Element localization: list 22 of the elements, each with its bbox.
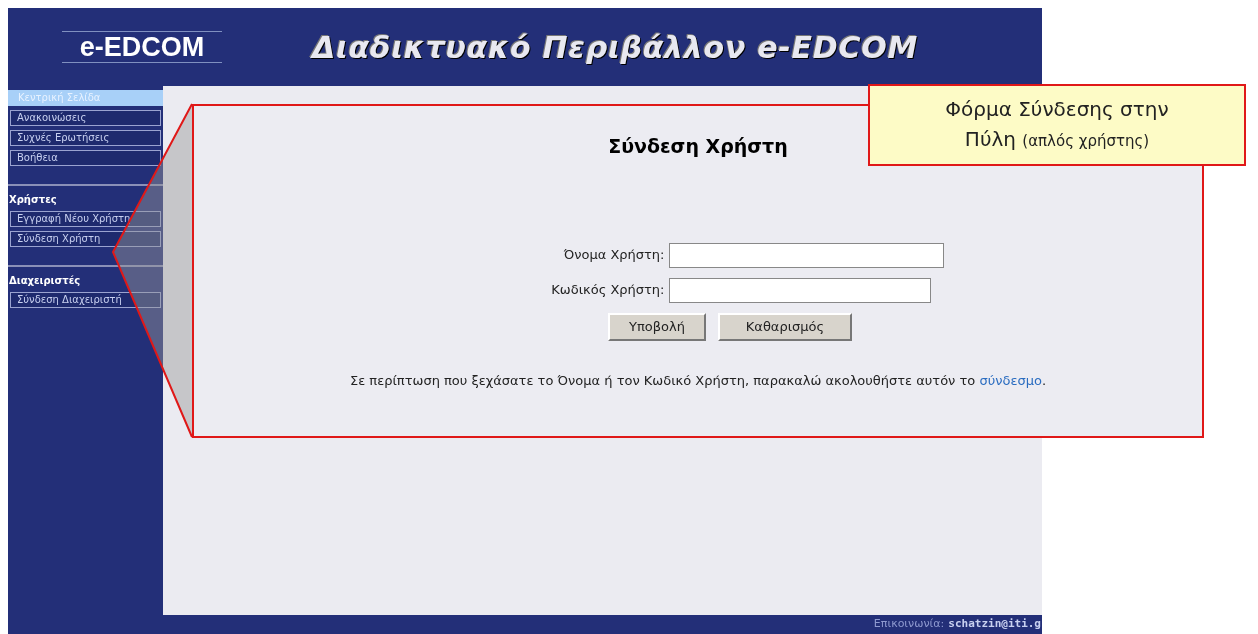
field-label: Όνομα Χρήστη: [562, 246, 665, 265]
sidebar-heading: Χρήστες [8, 193, 58, 207]
sidebar-link[interactable]: Σύνδεση Χρήστη [10, 231, 161, 247]
sidebar-link[interactable]: Ανακοινώσεις [10, 110, 161, 126]
clear-button[interactable]: Καθαρισμός [718, 312, 852, 341]
sidebar-heading: Διαχειριστές [8, 274, 82, 288]
form-title: Σύνδεση Χρήστη [608, 134, 788, 159]
email-link[interactable]: schatzin@iti.g [948, 616, 1042, 633]
sidebar-link[interactable]: Βοήθεια [10, 150, 161, 166]
site-logo: e-EDCOM [62, 31, 222, 63]
sidebar-link[interactable]: Εγγραφή Νέου Χρήστη [10, 211, 161, 227]
site-title: Διαδικτυακό Περιβάλλον e-EDCOM [312, 28, 919, 67]
help-link[interactable]: σύνδεσμο [979, 372, 1042, 388]
submit-button[interactable]: Υποβολή [608, 312, 706, 341]
callout-text: Φόρμα Σύνδεσης στην Πύλη (απλός χρήστης) [944, 96, 1170, 153]
password-field[interactable] [668, 277, 931, 303]
sidebar-link[interactable]: Σύνδεση Διαχειριστή [10, 292, 161, 308]
footer-label: Επικοινωνία: [873, 616, 945, 633]
sidebar-link[interactable]: Συχνές Ερωτήσεις [10, 130, 161, 146]
username-field[interactable] [668, 242, 944, 268]
field-label: Κωδικός Χρήστη: [550, 281, 665, 300]
help-text: Σε περίπτωση που ξεχάσατε το Όνομα ή τον Κωδικό Χρήστη, παρακαλώ ακολουθήστε αυτόν το σύνδεσμο. [350, 371, 1046, 390]
